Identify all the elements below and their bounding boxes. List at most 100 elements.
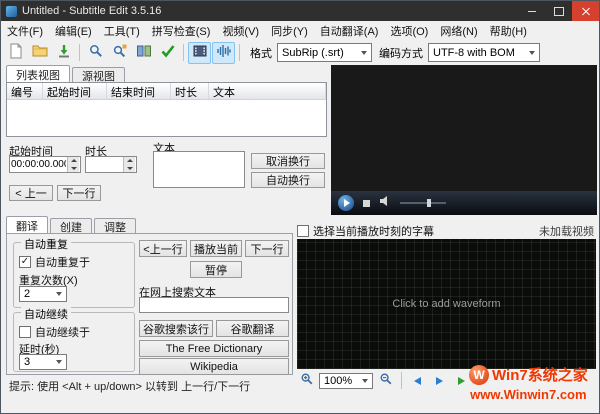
next-subtitle-button[interactable]: 下一行 [57,185,101,201]
waveform-zoom-select[interactable]: 100% [319,372,373,389]
new-file-button[interactable] [4,42,27,64]
spell-check-button[interactable] [156,42,179,64]
play-current-button[interactable]: 播放当前 [190,240,242,257]
auto-continue-label[interactable]: 自动继续于 [35,324,90,340]
auto-continue-checkbox[interactable] [19,326,31,338]
shortcut-hint: 提示: 使用 <Alt + up/down> 以转到 上一行/下一行 [9,381,251,393]
toggle-video-button[interactable] [188,41,211,64]
column-text[interactable]: 文本 [209,83,326,99]
start-time-spinner[interactable] [9,156,81,173]
toolbar-separator [401,372,402,389]
unbreak-button[interactable]: 取消换行 [251,153,325,169]
play-icon [458,376,465,385]
wikipedia-button[interactable]: Wikipedia [139,358,289,375]
delay-select[interactable]: 3 [19,354,67,370]
format-value: SubRip (.srt) [282,46,344,59]
open-file-button[interactable] [28,42,51,64]
format-select[interactable]: SubRip (.srt) [277,43,372,62]
spinner-arrows[interactable] [123,157,135,172]
column-number[interactable]: 编号 [7,83,43,99]
waveform-prev-button[interactable] [408,373,427,389]
google-translate-button[interactable]: 谷歌翻译 [216,320,289,337]
prev-line-button[interactable]: <上一行 [139,240,187,257]
tab-create[interactable]: 创建 [50,218,92,234]
tab-source-view[interactable]: 源视图 [72,67,125,83]
toolbar-separator [79,44,80,61]
google-search-button[interactable]: 谷歌搜索该行 [139,320,213,337]
free-dictionary-button[interactable]: The Free Dictionary [139,340,289,357]
toolbar: 格式 SubRip (.srt) 编码方式 UTF-8 with BOM [1,40,599,65]
subtitle-list-body[interactable] [7,100,326,136]
toggle-waveform-button[interactable] [212,41,235,64]
zoom-out-icon [379,372,393,389]
next-line-button[interactable]: 下一行 [245,240,289,257]
web-search-input[interactable] [139,297,289,313]
video-toggle-icon [192,43,208,62]
no-video-label: 未加载视频 [539,226,594,238]
volume-icon[interactable] [379,194,391,212]
menu-edit[interactable]: 编辑(E) [49,23,98,39]
tab-translate[interactable]: 翻译 [6,216,48,234]
toolbar-separator [183,44,184,61]
volume-slider[interactable] [400,199,446,207]
duration-input[interactable] [86,157,123,172]
column-end-time[interactable]: 结束时间 [107,83,171,99]
translate-tab-panel: 自动重复 ✓ 自动重复于 重复次数(X) 2 自动继续 自动继续于 延时(秒) … [6,233,293,375]
format-label: 格式 [250,47,272,60]
waveform-next-button[interactable] [430,373,449,389]
tab-list-view[interactable]: 列表视图 [6,65,70,83]
auto-break-button[interactable]: 自动换行 [251,172,325,188]
volume-slider-thumb[interactable] [426,199,431,207]
start-time-input[interactable] [10,157,67,172]
chevron-down-icon [51,355,66,369]
subtitle-text-input[interactable] [153,151,245,188]
encoding-value: UTF-8 with BOM [433,46,515,59]
watermark-site-name: Win7系统之家 [492,367,588,384]
close-button[interactable] [572,1,599,21]
tab-adjust[interactable]: 调整 [94,218,136,234]
menu-options[interactable]: 选项(O) [384,23,434,39]
menu-spell-check[interactable]: 拼写检查(S) [146,23,217,39]
menu-file[interactable]: 文件(F) [1,23,49,39]
chevron-down-icon [51,287,66,301]
next-icon [436,376,443,385]
auto-repeat-checkbox[interactable]: ✓ [19,256,31,268]
menu-auto-translate[interactable]: 自动翻译(A) [314,23,385,39]
waveform-zoom-out-button[interactable] [376,373,395,389]
duration-spinner[interactable] [85,156,137,173]
maximize-button[interactable] [545,1,572,21]
replace-button[interactable] [108,42,131,64]
window-title: Untitled - Subtitle Edit 3.5.16 [22,5,162,17]
visual-sync-button[interactable] [132,42,155,64]
menu-networking[interactable]: 网络(N) [434,23,483,39]
stop-button[interactable] [363,199,370,207]
view-tabs: 列表视图 源视图 [6,65,127,83]
waveform-area[interactable]: Click to add waveform [297,239,596,369]
video-player [331,65,597,215]
column-duration[interactable]: 时长 [171,83,209,99]
spinner-arrows[interactable] [67,157,79,172]
repeat-count-select[interactable]: 2 [19,286,67,302]
column-start-time[interactable]: 起始时间 [43,83,107,99]
play-button[interactable] [338,195,354,211]
previous-subtitle-button[interactable]: < 上一 [9,185,53,201]
window-controls [518,1,599,21]
menu-help[interactable]: 帮助(H) [484,23,533,39]
titlebar: Untitled - Subtitle Edit 3.5.16 [1,1,599,21]
menu-video[interactable]: 视频(V) [216,23,265,39]
save-file-button[interactable] [52,42,75,64]
save-icon [56,43,72,62]
select-current-checkbox[interactable] [297,225,309,237]
menu-synchronization[interactable]: 同步(Y) [265,23,314,39]
menu-tools[interactable]: 工具(T) [98,23,146,39]
waveform-zoom-in-button[interactable] [297,373,316,389]
select-current-label[interactable]: 选择当前播放时刻的字幕 [313,223,434,239]
pause-button[interactable]: 暂停 [190,261,242,278]
chevron-down-icon [524,44,539,61]
auto-repeat-label[interactable]: 自动重复于 [35,254,90,270]
menubar: 文件(F) 编辑(E) 工具(T) 拼写检查(S) 视频(V) 同步(Y) 自动… [1,21,599,40]
subtitle-list[interactable]: 编号 起始时间 结束时间 时长 文本 [6,82,327,137]
minimize-button[interactable] [518,1,545,21]
find-button[interactable] [84,42,107,64]
encoding-select[interactable]: UTF-8 with BOM [428,43,540,62]
